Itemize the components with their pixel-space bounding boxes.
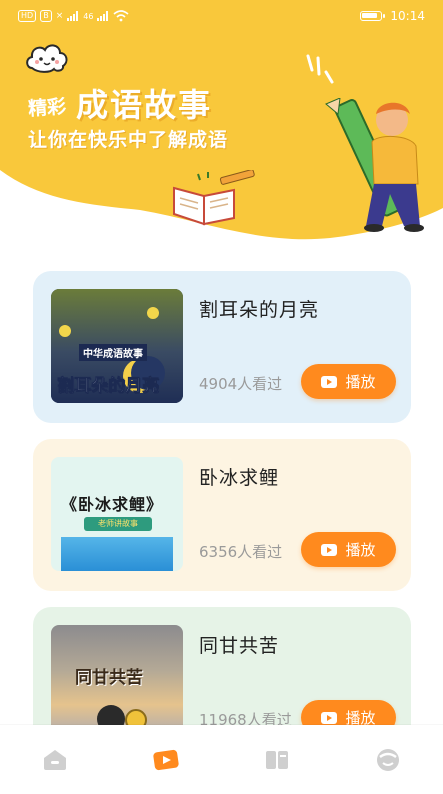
thumbnail-sea: [61, 537, 173, 571]
battery-icon: [360, 11, 386, 21]
b-badge: B: [40, 10, 52, 22]
hd-badge: HD: [18, 10, 37, 22]
cloud-logo-icon: [26, 44, 68, 73]
story-thumbnail[interactable]: 同甘共苦: [51, 625, 183, 739]
story-title[interactable]: 卧冰求鲤: [199, 463, 279, 490]
thumbnail-title: 《卧冰求鲤》: [61, 495, 164, 514]
story-card[interactable]: 中华成语故事 割耳朵的月亮 割耳朵的月亮 4904人看过 播放: [33, 271, 411, 423]
play-button-label: 播放: [345, 373, 376, 391]
header-banner: 精彩 成语故事 让你在快乐中了解成语: [0, 0, 443, 245]
home-icon: [44, 749, 67, 770]
banner-title: 成语故事: [76, 86, 213, 124]
thumbnail-tag: 老师讲故事: [84, 517, 152, 531]
signal-icon: [67, 11, 79, 21]
view-count: 6356人看过: [199, 543, 283, 561]
app-page: 精彩 成语故事 让你在快乐中了解成语 HD B × 46 10:14 中华成语故…: [0, 0, 443, 794]
tab-profile[interactable]: [358, 740, 418, 780]
book-pencil-illustration: [173, 170, 255, 226]
profile-icon: [376, 748, 399, 771]
story-thumbnail[interactable]: 中华成语故事 割耳朵的月亮: [51, 289, 183, 403]
play-button-label: 播放: [345, 541, 376, 559]
flower-decoration: [147, 307, 159, 319]
play-icon: [321, 711, 338, 724]
sparkle-icon: [306, 54, 334, 84]
play-button[interactable]: 播放: [301, 532, 396, 567]
bottom-tab-bar: [0, 725, 443, 794]
story-thumbnail[interactable]: 《卧冰求鲤》 老师讲故事: [51, 457, 183, 571]
tab-book[interactable]: [247, 740, 307, 780]
signal-label-46: 46: [83, 11, 94, 21]
thumbnail-series-label: 中华成语故事: [79, 344, 147, 361]
thumbnail-title: 割耳朵的月亮: [57, 376, 160, 397]
thumbnail-title: 同甘共苦: [75, 668, 143, 688]
video-icon: [153, 749, 179, 770]
banner-title-row: 精彩 成语故事: [27, 80, 213, 126]
view-count: 4904人看过: [199, 375, 283, 393]
status-right: 10:14: [360, 9, 425, 23]
banner-subtitle: 让你在快乐中了解成语: [28, 129, 229, 151]
signal-icon-2: [97, 11, 109, 21]
play-button[interactable]: 播放: [301, 364, 396, 399]
play-icon: [321, 543, 338, 556]
book-icon: [265, 750, 288, 769]
story-title[interactable]: 割耳朵的月亮: [199, 295, 319, 322]
status-left: HD B × 46: [18, 10, 129, 22]
story-title[interactable]: 同甘共苦: [199, 631, 279, 658]
play-icon: [321, 375, 338, 388]
tab-home[interactable]: [25, 740, 85, 780]
flower-decoration: [59, 325, 71, 337]
story-card[interactable]: 《卧冰求鲤》 老师讲故事 卧冰求鲤 6356人看过 播放: [33, 439, 411, 591]
tab-video[interactable]: [136, 740, 196, 780]
wifi-icon: [113, 10, 129, 22]
signal-label-x: ×: [55, 11, 64, 21]
person-with-pencil-illustration: [325, 98, 424, 232]
status-bar: HD B × 46 10:14: [0, 0, 443, 32]
banner-title-small: 精彩: [27, 95, 67, 121]
status-time: 10:14: [390, 9, 425, 23]
